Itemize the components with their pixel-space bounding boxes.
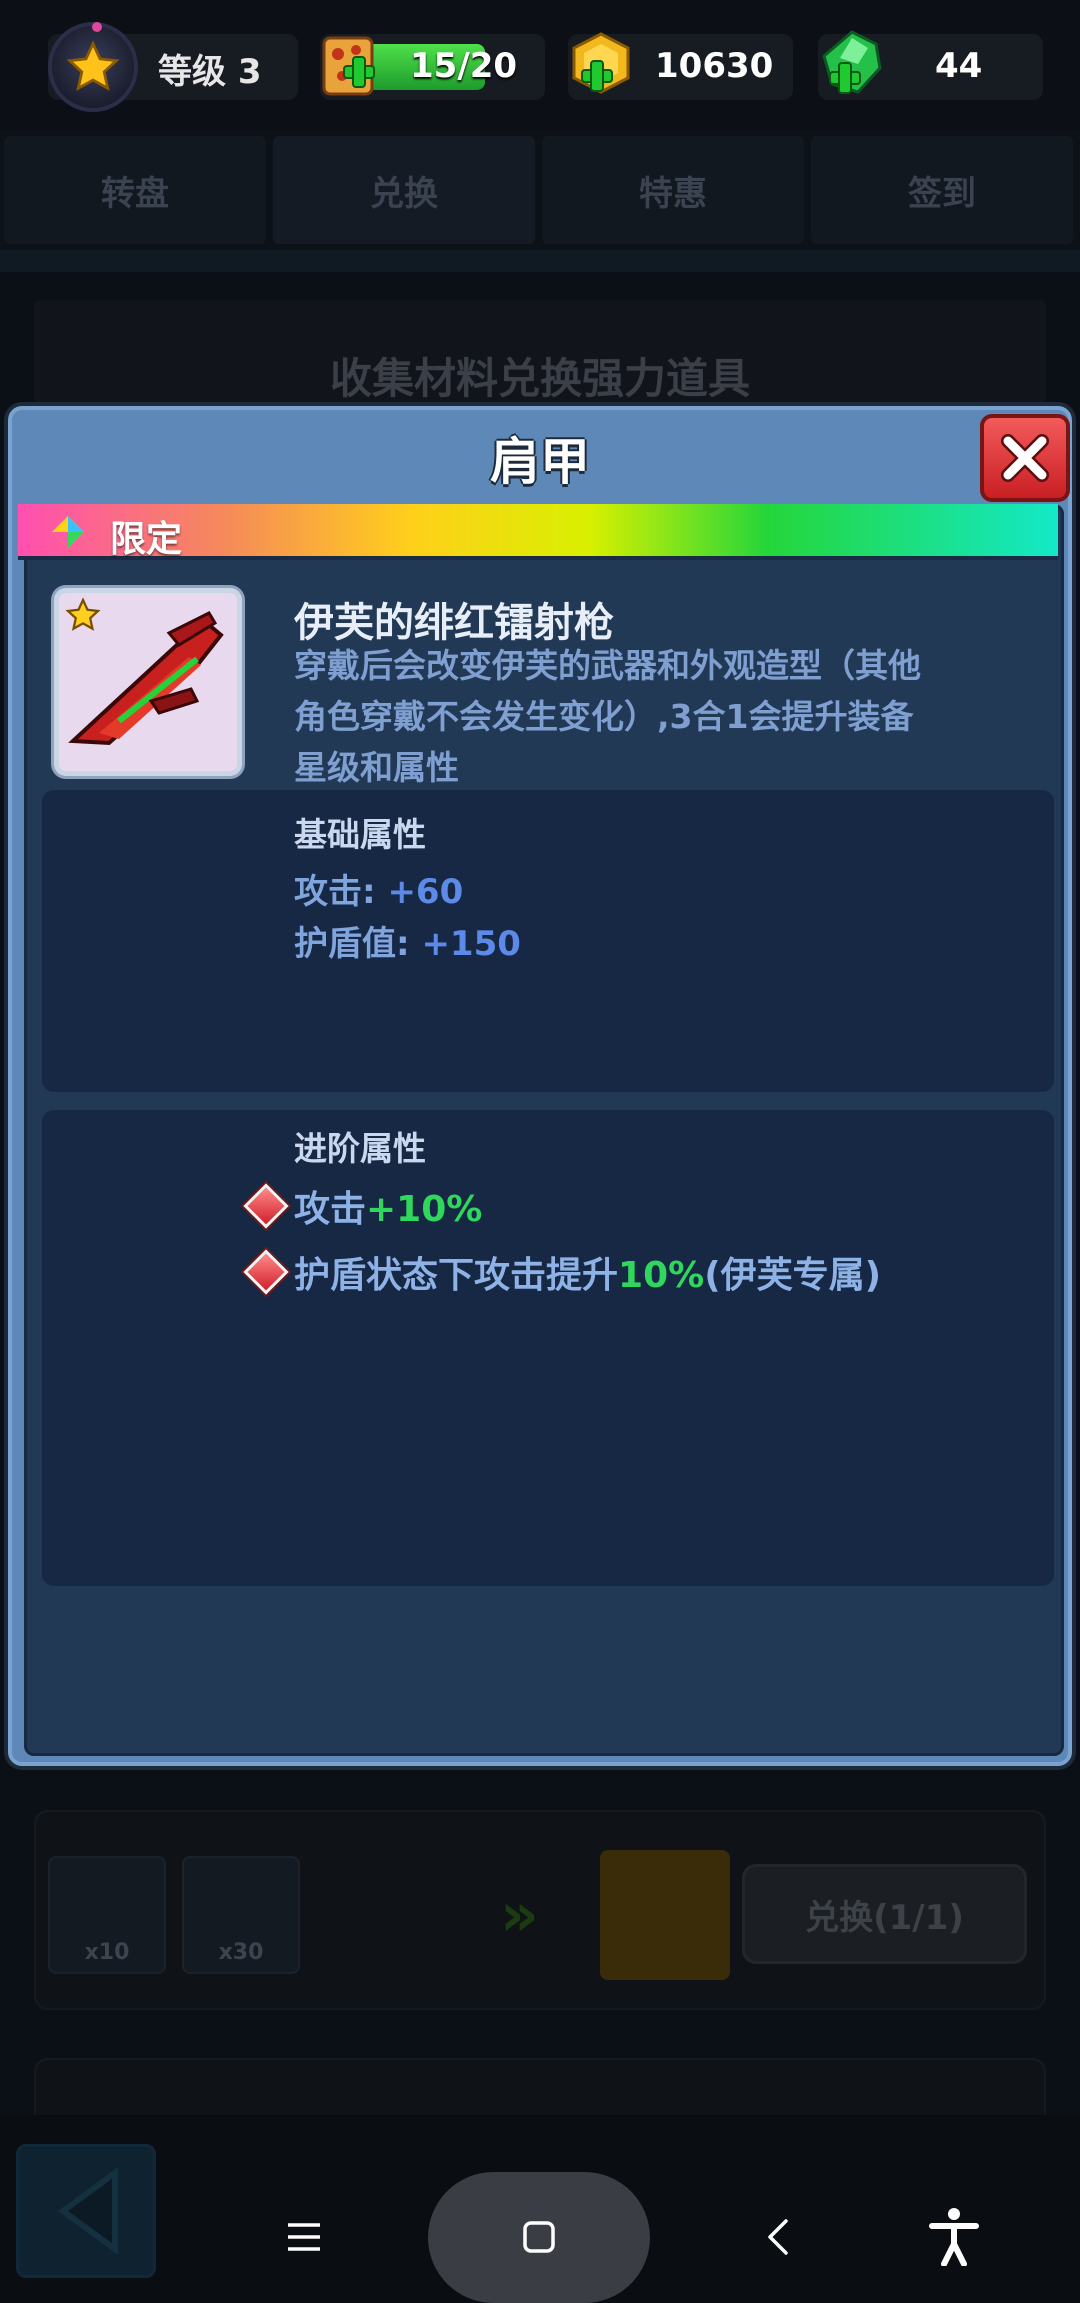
exchange-banner-text: 收集材料兑换强力道具 — [329, 354, 750, 403]
advanced-stat-text: 攻击 — [294, 1189, 367, 1230]
advanced-stat-text: 护盾状态下攻击提升 — [294, 1255, 619, 1296]
rarity-banner: 限定 — [18, 504, 1058, 560]
back-game-icon — [57, 2167, 118, 2255]
advanced-stats-title: 进阶属性 — [294, 1129, 426, 1168]
level-label: 等级 3 — [158, 52, 262, 92]
item-description-line: 穿戴后会改变伊芙的武器和外观造型（其他 — [294, 646, 921, 685]
gem-icon[interactable] — [818, 28, 884, 100]
red-diamond-icon — [243, 1249, 289, 1295]
double-arrow-icon: » — [500, 1880, 539, 1950]
tab-exchange[interactable]: 兑换 — [273, 136, 535, 244]
tab-check-in[interactable]: 签到 — [811, 136, 1073, 244]
advanced-stat-line: 攻击+10% — [294, 1180, 482, 1232]
home-icon[interactable] — [522, 2220, 556, 2254]
basic-stats-title: 基础属性 — [294, 815, 426, 854]
item-description-line: 星级和属性 — [294, 748, 459, 787]
rarity-label: 限定 — [110, 519, 183, 560]
stat-value: +60 — [387, 872, 464, 912]
accessibility-icon[interactable] — [928, 2206, 980, 2266]
close-button[interactable] — [980, 414, 1070, 502]
gem-count: 44 — [935, 46, 983, 86]
exchange-button[interactable]: 兑换(1/1) — [742, 1864, 1027, 1964]
reward-slot[interactable] — [600, 1850, 730, 1980]
dialog-title: 肩甲 — [490, 433, 590, 491]
tab-divider — [0, 250, 1080, 272]
resource-bar: 等级 3 15/20 10630 44 — [0, 0, 1080, 130]
level-star-icon[interactable] — [48, 22, 138, 112]
advanced-stat-suffix: (伊芙专属) — [704, 1255, 882, 1296]
stat-shield: 护盾值: +150 — [294, 916, 521, 965]
coin-count: 10630 — [655, 46, 774, 86]
stat-label: 攻击: — [294, 872, 388, 912]
basic-stats-panel: 基础属性 攻击: +60 护盾值: +150 — [42, 790, 1054, 1092]
item-thumbnail — [54, 588, 242, 776]
tab-bar: 转盘 兑换 特惠 签到 — [0, 130, 1080, 250]
back-game-button[interactable] — [16, 2144, 156, 2278]
stat-value: +150 — [421, 924, 521, 964]
material-qty: x30 — [218, 1940, 264, 1965]
material-qty: x10 — [84, 1940, 130, 1965]
tab-special-offer[interactable]: 特惠 — [542, 136, 804, 244]
advanced-stat-line: 护盾状态下攻击提升10%(伊芙专属) — [294, 1246, 881, 1298]
item-detail-dialog: 肩甲 限定 伊芙的绯红镭射枪 穿戴后会改变伊芙的武器和外观造型（其他 角色穿戴不… — [8, 406, 1072, 1766]
tab-wheel[interactable]: 转盘 — [4, 136, 266, 244]
back-icon[interactable] — [766, 2218, 790, 2256]
energy-value: 15/20 — [410, 46, 518, 86]
item-description: 穿戴后会改变伊芙的武器和外观造型（其他 角色穿戴不会发生变化）,3合1会提升装备… — [294, 640, 1014, 793]
star-icon — [65, 597, 101, 631]
notification-dot — [92, 22, 102, 32]
rainbow-diamond-icon — [50, 514, 86, 550]
stat-attack: 攻击: +60 — [294, 864, 463, 913]
red-diamond-icon — [243, 1183, 289, 1229]
app-root: 等级 3 15/20 10630 44 转盘 兑换 特惠 签到 收集材料兑换强力… — [0, 0, 1080, 2303]
coin-icon[interactable] — [568, 30, 634, 100]
energy-pizza-icon[interactable] — [322, 32, 380, 100]
advanced-stat-highlight: 10% — [618, 1255, 705, 1296]
advanced-stat-highlight: +10% — [366, 1189, 483, 1230]
stat-label: 护盾值: — [294, 924, 422, 964]
recent-apps-icon[interactable] — [286, 2222, 322, 2252]
item-description-line: 角色穿戴不会发生变化）,3合1会提升装备 — [294, 697, 914, 736]
advanced-stats-panel: 进阶属性 攻击+10% 护盾状态下攻击提升10%(伊芙专属) — [42, 1110, 1054, 1586]
close-icon — [1001, 434, 1049, 482]
